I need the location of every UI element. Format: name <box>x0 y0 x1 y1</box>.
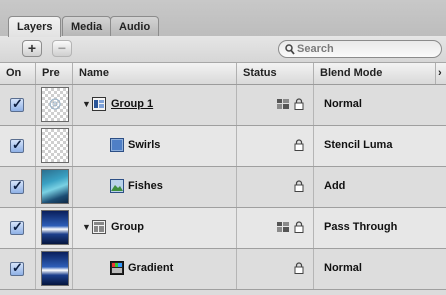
layer-name[interactable]: Group <box>111 221 144 233</box>
column-status[interactable]: Status <box>237 63 314 84</box>
tab-media[interactable]: Media <box>62 16 112 36</box>
image-icon <box>110 138 124 152</box>
column-header-row: On Pre Name Status Blend Mode › <box>0 63 446 85</box>
layer-name[interactable]: Fishes <box>128 180 163 192</box>
layer-preview-thumbnail <box>41 169 69 204</box>
blend-mode-value[interactable]: Stencil Luma <box>324 139 392 151</box>
layer-row[interactable]: Gradient Normal <box>0 249 446 290</box>
add-layer-button[interactable]: + <box>22 40 42 57</box>
layer-visibility-checkbox[interactable] <box>10 178 24 194</box>
column-pre[interactable]: Pre <box>36 63 73 84</box>
layer-preview-thumbnail <box>41 210 69 245</box>
layer-row[interactable]: Fishes Add <box>0 167 446 208</box>
layer-row[interactable]: Swirls Stencil Luma <box>0 126 446 167</box>
search-icon <box>285 44 295 55</box>
column-on[interactable]: On <box>0 63 36 84</box>
group-icon <box>92 97 106 111</box>
blend-mode-value[interactable]: Pass Through <box>324 221 397 233</box>
gradient-icon <box>110 261 124 275</box>
tab-audio[interactable]: Audio <box>110 16 160 36</box>
column-overflow[interactable]: › <box>436 63 446 84</box>
layer-name[interactable]: Swirls <box>128 139 160 151</box>
layer-preview-thumbnail <box>41 87 69 122</box>
column-blend-mode[interactable]: Blend Mode <box>314 63 436 84</box>
column-name[interactable]: Name <box>73 63 237 84</box>
layer-preview-thumbnail <box>41 128 69 163</box>
tab-bar: Layers Media Audio <box>0 0 446 37</box>
layer-visibility-checkbox[interactable] <box>10 137 24 153</box>
grid-icon[interactable] <box>277 98 289 110</box>
layer-row[interactable]: ▼ Group Pass Through <box>0 208 446 249</box>
lock-icon[interactable] <box>294 180 304 192</box>
lock-icon[interactable] <box>294 221 304 233</box>
disclosure-triangle-icon[interactable]: ▼ <box>82 99 91 109</box>
blend-mode-value[interactable]: Normal <box>324 98 362 110</box>
blend-mode-value[interactable]: Normal <box>324 262 362 274</box>
lock-icon[interactable] <box>294 262 304 274</box>
layer-name[interactable]: Group 1 <box>111 98 153 110</box>
tab-layers[interactable]: Layers <box>8 16 62 37</box>
search-placeholder: Search <box>297 43 334 55</box>
layer-row[interactable]: ▼ Group 1 Normal <box>0 85 446 126</box>
disclosure-triangle-icon[interactable]: ▼ <box>82 222 91 232</box>
group-icon <box>92 220 106 234</box>
grid-icon[interactable] <box>277 221 289 233</box>
swirl-icon <box>49 98 61 110</box>
layer-visibility-checkbox[interactable] <box>10 96 24 112</box>
toolbar: + − Search <box>0 36 446 63</box>
layer-visibility-checkbox[interactable] <box>10 260 24 276</box>
remove-layer-button[interactable]: − <box>52 40 72 57</box>
blend-mode-value[interactable]: Add <box>324 180 345 192</box>
image-icon <box>110 179 124 193</box>
lock-icon[interactable] <box>294 98 304 110</box>
search-field[interactable]: Search <box>278 40 442 58</box>
lock-icon[interactable] <box>294 139 304 151</box>
layer-name[interactable]: Gradient <box>128 262 173 274</box>
layers-panel: Layers Media Audio + − Search On Pre Nam… <box>0 0 446 295</box>
layer-preview-thumbnail <box>41 251 69 286</box>
layer-visibility-checkbox[interactable] <box>10 219 24 235</box>
